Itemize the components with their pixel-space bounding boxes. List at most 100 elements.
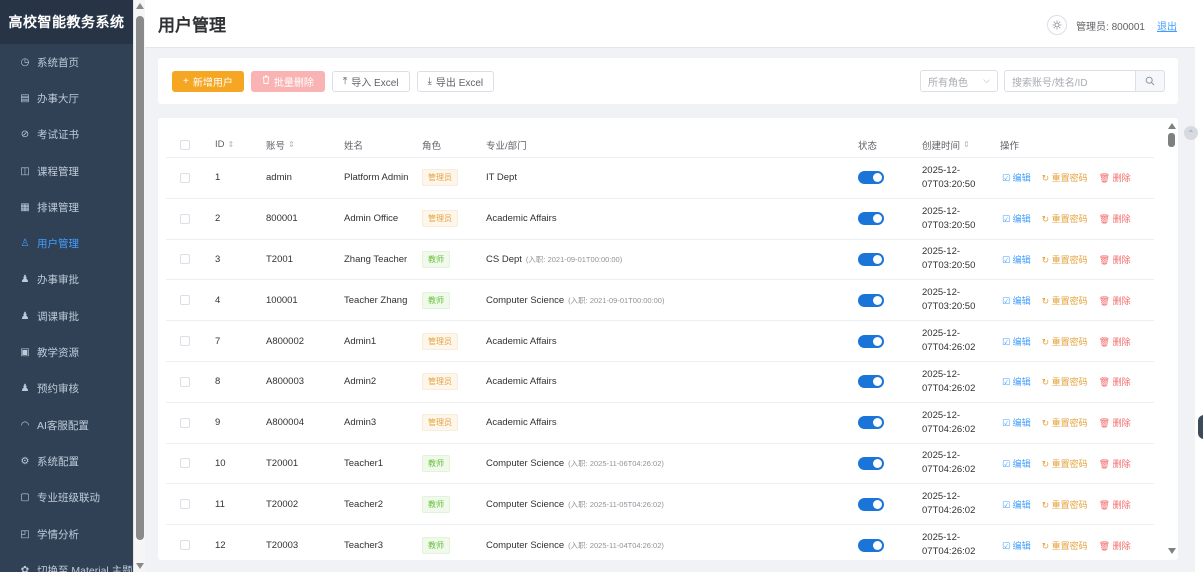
sidebar-item-10[interactable]: ◠ AI客服配置 xyxy=(0,407,133,443)
scroll-up-arrow-icon[interactable] xyxy=(1168,123,1176,129)
search-input[interactable]: 搜索账号/姓名/ID xyxy=(1004,70,1136,92)
row-select[interactable] xyxy=(180,484,190,524)
table-row[interactable]: 8 A800003 Admin2 管理员 Academic Affairs 2025-12… xyxy=(166,362,1154,403)
reset-password-button[interactable]: ↻ 重置密码 xyxy=(1042,253,1088,266)
scroll-down-arrow-icon[interactable] xyxy=(1168,548,1176,554)
sidebar-item-12[interactable]: ▢ 专业班级联动 xyxy=(0,480,133,516)
row-select[interactable] xyxy=(180,362,190,402)
delete-button[interactable]: 🗑︎ 删除 xyxy=(1099,212,1131,225)
sidebar-item-11[interactable]: ⚙ 系统配置 xyxy=(0,443,133,479)
table-row[interactable]: 10 T20001 Teacher1 教师 Computer Science (入职: 2… xyxy=(166,444,1154,485)
sidebar-item-1[interactable]: ▤ 办事大厅 xyxy=(0,80,133,116)
reset-password-button[interactable]: ↻ 重置密码 xyxy=(1042,416,1088,429)
reset-password-button[interactable]: ↻ 重置密码 xyxy=(1042,294,1088,307)
edit-button[interactable]: ☑ 编辑 xyxy=(1002,294,1031,307)
edit-button[interactable]: ☑ 编辑 xyxy=(1002,171,1031,184)
reset-password-button[interactable]: ↻ 重置密码 xyxy=(1042,539,1088,552)
sidebar-item-14[interactable]: ✿ 切换至 Material 主题 xyxy=(0,552,133,572)
header-select-all[interactable] xyxy=(180,132,190,157)
table-row[interactable]: 4 100001 Teacher Zhang 教师 Computer Science (入… xyxy=(166,280,1154,322)
edit-button[interactable]: ☑ 编辑 xyxy=(1002,253,1031,266)
delete-button[interactable]: 🗑︎ 删除 xyxy=(1099,416,1131,429)
checkbox[interactable] xyxy=(180,213,190,224)
row-select[interactable] xyxy=(180,444,190,484)
sidebar-item-4[interactable]: ▦ 排课管理 xyxy=(0,189,133,225)
delete-button[interactable]: 🗑︎ 删除 xyxy=(1099,539,1131,552)
checkbox[interactable] xyxy=(180,172,190,183)
delete-button[interactable]: 🗑︎ 删除 xyxy=(1099,171,1131,184)
sidebar-item-13[interactable]: ◰ 学情分析 xyxy=(0,516,133,552)
delete-button[interactable]: 🗑︎ 删除 xyxy=(1099,498,1131,511)
header-account[interactable]: 账号 ⇕ xyxy=(266,132,295,157)
checkbox[interactable] xyxy=(180,254,190,265)
checkbox[interactable] xyxy=(180,295,190,306)
delete-button[interactable]: 🗑︎ 删除 xyxy=(1099,335,1131,348)
reset-password-button[interactable]: ↻ 重置密码 xyxy=(1042,375,1088,388)
sidebar-item-9[interactable]: ♟ 预约审核 xyxy=(0,371,133,407)
table-row[interactable]: 9 A800004 Admin3 管理员 Academic Affairs 2025-12… xyxy=(166,403,1154,444)
import-excel-button[interactable]: ⤒ 导入 Excel xyxy=(331,70,410,92)
reset-password-button[interactable]: ↻ 重置密码 xyxy=(1042,212,1088,225)
row-select[interactable] xyxy=(180,199,190,239)
edit-button[interactable]: ☑ 编辑 xyxy=(1002,416,1031,429)
reset-password-button[interactable]: ↻ 重置密码 xyxy=(1042,171,1088,184)
reset-password-button[interactable]: ↻ 重置密码 xyxy=(1042,335,1088,348)
sidebar-item-5[interactable]: ♙ 用户管理 xyxy=(0,225,133,261)
reset-password-button[interactable]: ↻ 重置密码 xyxy=(1042,457,1088,470)
status-toggle[interactable] xyxy=(858,212,884,226)
sidebar-item-0[interactable]: ◷ 系统首页 xyxy=(0,44,133,80)
table-row[interactable]: 12 T20003 Teacher3 教师 Computer Science (入职: 2… xyxy=(166,525,1154,560)
status-toggle[interactable] xyxy=(858,252,884,266)
delete-button[interactable]: 🗑︎ 删除 xyxy=(1099,457,1131,470)
header-created[interactable]: 创建时间 ⇕ xyxy=(922,132,970,157)
checkbox[interactable] xyxy=(180,417,190,428)
edit-button[interactable]: ☑ 编辑 xyxy=(1002,335,1031,348)
edit-button[interactable]: ☑ 编辑 xyxy=(1002,212,1031,225)
checkbox[interactable] xyxy=(180,336,190,347)
batch-delete-button[interactable]: 批量删除 xyxy=(250,70,325,92)
row-select[interactable] xyxy=(180,280,190,320)
sort-icon[interactable]: ⇕ xyxy=(288,140,295,149)
checkbox[interactable] xyxy=(180,499,190,510)
row-select[interactable] xyxy=(180,321,190,361)
sidebar-item-8[interactable]: ▣ 教学资源 xyxy=(0,334,133,370)
status-toggle[interactable] xyxy=(858,375,884,389)
logout-link[interactable]: 退出 xyxy=(1157,18,1177,33)
scroll-thumb[interactable] xyxy=(1168,133,1175,147)
row-select[interactable] xyxy=(180,240,190,280)
sidebar-item-7[interactable]: ♟ 调课审批 xyxy=(0,298,133,334)
back-to-top-icon[interactable]: ⌃ xyxy=(1184,126,1198,140)
edit-button[interactable]: ☑ 编辑 xyxy=(1002,539,1031,552)
delete-button[interactable]: 🗑︎ 删除 xyxy=(1099,253,1131,266)
theme-toggle-button[interactable] xyxy=(1047,15,1068,35)
scroll-down-arrow-icon[interactable] xyxy=(136,563,144,569)
add-user-button[interactable]: + 新增用户 xyxy=(172,70,244,92)
checkbox[interactable] xyxy=(180,376,190,387)
search-button[interactable] xyxy=(1135,70,1165,92)
row-select[interactable] xyxy=(180,158,190,198)
sidebar-item-6[interactable]: ♟ 办事审批 xyxy=(0,262,133,298)
table-row[interactable]: 11 T20002 Teacher2 教师 Computer Science (入职: 2… xyxy=(166,484,1154,526)
row-select[interactable] xyxy=(180,525,190,560)
sidebar-scrollbar[interactable] xyxy=(133,0,145,572)
status-toggle[interactable] xyxy=(858,538,884,552)
table-row[interactable]: 7 A800002 Admin1 管理员 Academic Affairs 2025-12… xyxy=(166,321,1154,362)
delete-button[interactable]: 🗑︎ 删除 xyxy=(1099,294,1131,307)
table-row[interactable]: 2 800001 Admin Office 管理员 Academic Affairs 20… xyxy=(166,199,1154,240)
export-excel-button[interactable]: ⤓ 导出 Excel xyxy=(416,70,495,92)
edit-button[interactable]: ☑ 编辑 xyxy=(1002,498,1031,511)
checkbox[interactable] xyxy=(180,458,190,469)
chat-assistant-button[interactable] xyxy=(1198,415,1203,439)
status-toggle[interactable] xyxy=(858,456,884,470)
edit-button[interactable]: ☑ 编辑 xyxy=(1002,457,1031,470)
sort-icon[interactable]: ⇕ xyxy=(228,140,235,149)
scroll-thumb[interactable] xyxy=(136,16,144,540)
row-select[interactable] xyxy=(180,403,190,443)
table-scrollbar[interactable] xyxy=(1165,118,1178,560)
sidebar-item-2[interactable]: ⊘ 考试证书 xyxy=(0,117,133,153)
checkbox[interactable] xyxy=(180,139,190,150)
sidebar-item-3[interactable]: ◫ 课程管理 xyxy=(0,153,133,189)
status-toggle[interactable] xyxy=(858,334,884,348)
reset-password-button[interactable]: ↻ 重置密码 xyxy=(1042,498,1088,511)
sort-icon[interactable]: ⇕ xyxy=(963,140,970,149)
